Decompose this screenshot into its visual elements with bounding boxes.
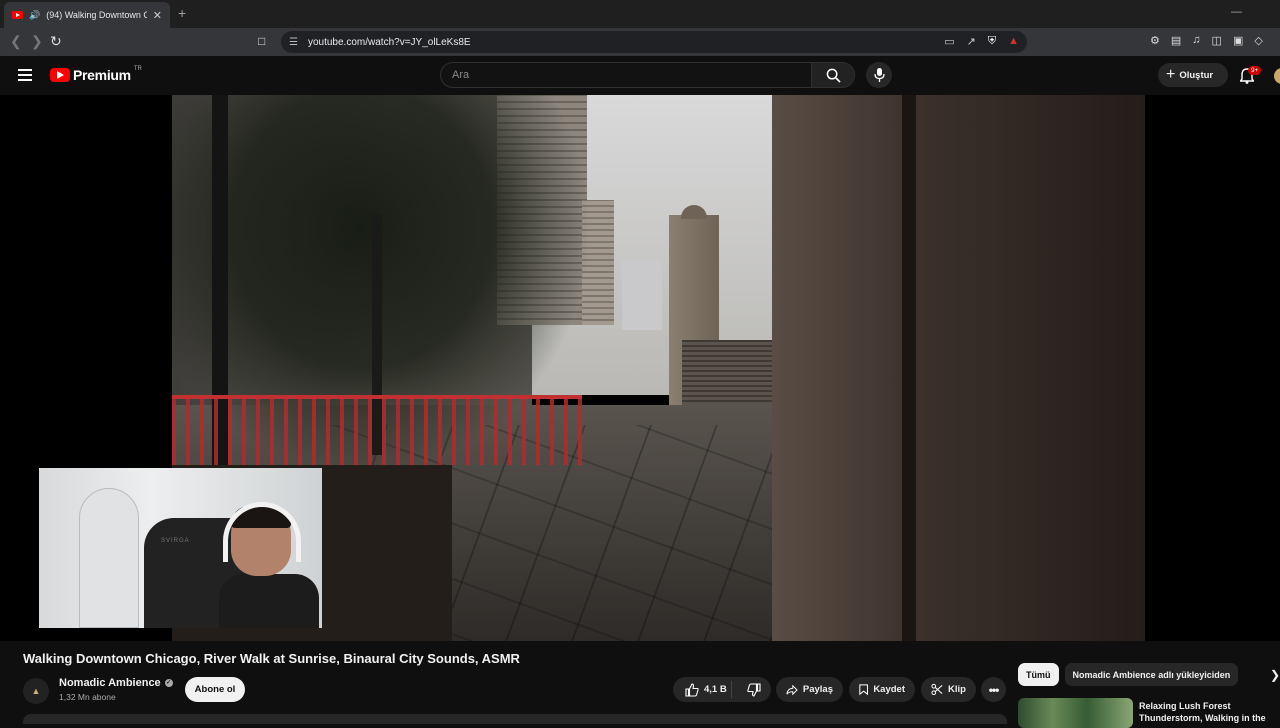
create-label: Oluştur — [1179, 69, 1214, 81]
subscriber-count: 1,32 Mn abone — [59, 692, 116, 702]
channel-name[interactable]: Nomadic Ambience ✓ — [59, 677, 173, 689]
youtube-favicon-icon — [12, 11, 23, 19]
chip-all[interactable]: Tümü — [1018, 663, 1059, 686]
reload-icon[interactable]: ↻ — [50, 33, 62, 50]
address-bar[interactable]: ☰ youtube.com/watch?v=JY_olLeKs8E ▭ ↗ ⛨ … — [281, 31, 1027, 53]
extensions-icon[interactable]: ⚙ — [1150, 34, 1160, 47]
new-tab-button[interactable]: + — [178, 5, 186, 21]
forward-icon[interactable]: ❯ — [31, 33, 43, 50]
plus-icon: + — [1166, 66, 1176, 83]
site-info-icon[interactable]: ☰ — [289, 37, 298, 48]
chair-brand-text: SVIRGA — [161, 538, 190, 544]
browser-toolbar: ❮ ❯ ↻ □ ☰ youtube.com/watch?v=JY_olLeKs8… — [0, 28, 1280, 56]
tab-title: (94) Walking Downtown Chic — [46, 10, 147, 20]
wallet-icon[interactable]: ▣ — [1233, 34, 1243, 47]
more-horizontal-icon: ••• — [988, 682, 1000, 697]
search-button[interactable] — [811, 62, 855, 88]
streamer — [219, 502, 319, 628]
share-page-icon[interactable]: ↗ — [967, 35, 976, 48]
youtube-header: Premium TR + Oluştur 9+ — [0, 56, 1280, 95]
share-button[interactable]: Paylaş — [776, 677, 843, 702]
music-icon[interactable]: ♫ — [1192, 34, 1200, 47]
voice-search-button[interactable] — [866, 62, 892, 88]
channel-name-text: Nomadic Ambience — [59, 677, 161, 689]
speaker-icon[interactable]: 🔊 — [29, 10, 40, 21]
rewards-icon[interactable]: ▲ — [1008, 35, 1019, 48]
like-button[interactable]: 4,1 B — [673, 681, 733, 698]
like-count: 4,1 B — [704, 684, 727, 695]
more-actions-button[interactable]: ••• — [981, 677, 1006, 702]
bookmark-save-icon — [859, 684, 868, 696]
logo-text: Premium — [73, 67, 131, 83]
search-icon — [826, 68, 841, 83]
close-tab-icon[interactable]: ✕ — [153, 9, 162, 22]
filter-chips: Tümü Nomadic Ambience adlı yükleyiciden — [1018, 663, 1239, 686]
dislike-button[interactable] — [737, 682, 771, 697]
thumbs-down-icon — [747, 682, 761, 697]
youtube-logo[interactable]: Premium TR — [50, 66, 142, 83]
bookmark-icon[interactable]: □ — [258, 34, 265, 48]
logo-region: TR — [133, 66, 142, 72]
recommendation-title[interactable]: Relaxing Lush Forest Thunderstorm, Walki… — [1139, 700, 1274, 724]
hamburger-menu-icon[interactable] — [18, 69, 32, 81]
extension-icons: ⚙ ▤ ♫ ◫ ▣ ◇ — [1150, 34, 1263, 47]
sidebar-icon[interactable]: ◫ — [1212, 34, 1222, 47]
clip-label: Klip — [948, 684, 966, 695]
recommendation-thumbnail[interactable] — [1018, 698, 1133, 728]
webcam-overlay: SVIRGA — [39, 468, 322, 628]
reader-icon[interactable]: ▤ — [1171, 34, 1181, 47]
menu-icon[interactable]: ◇ — [1254, 34, 1262, 47]
account-avatar[interactable] — [1274, 68, 1280, 84]
url-text: youtube.com/watch?v=JY_olLeKs8E — [307, 36, 471, 48]
notification-badge: 9+ — [1248, 66, 1262, 75]
verified-icon: ✓ — [164, 679, 173, 687]
scissors-icon — [931, 683, 943, 696]
save-label: Kaydet — [873, 684, 905, 695]
channel-avatar[interactable]: ▲ — [23, 678, 49, 704]
browser-tab[interactable]: 🔊 (94) Walking Downtown Chic ✕ — [4, 2, 170, 28]
cast-icon[interactable]: ▭ — [944, 35, 954, 48]
search-input[interactable] — [452, 69, 811, 81]
chip-from-uploader[interactable]: Nomadic Ambience adlı yükleyiciden — [1064, 663, 1239, 686]
omnibox-icons: ▭ ↗ ⛨ ▲ — [944, 35, 1019, 48]
subscribe-button[interactable]: Abone ol — [185, 677, 245, 702]
video-title: Walking Downtown Chicago, River Walk at … — [23, 651, 520, 666]
youtube-play-icon — [50, 68, 70, 82]
thumbs-up-icon — [685, 682, 699, 697]
share-label: Paylaş — [802, 684, 833, 695]
microphone-icon — [873, 68, 885, 82]
description-box[interactable] — [23, 714, 1007, 724]
create-button[interactable]: + Oluştur — [1158, 63, 1228, 87]
shield-icon[interactable]: ⛨ — [988, 35, 996, 48]
back-icon[interactable]: ❮ — [10, 33, 22, 50]
minimize-icon[interactable]: — — [1231, 6, 1262, 18]
share-icon — [786, 684, 798, 695]
save-button[interactable]: Kaydet — [849, 677, 915, 702]
clip-button[interactable]: Klip — [921, 677, 976, 702]
chevron-right-icon[interactable]: ❯ — [1270, 668, 1280, 682]
like-dislike-group: 4,1 B — [673, 677, 771, 702]
browser-tab-strip: 🔊 (94) Walking Downtown Chic ✕ + — — [0, 0, 1280, 28]
search-box[interactable] — [440, 62, 812, 88]
